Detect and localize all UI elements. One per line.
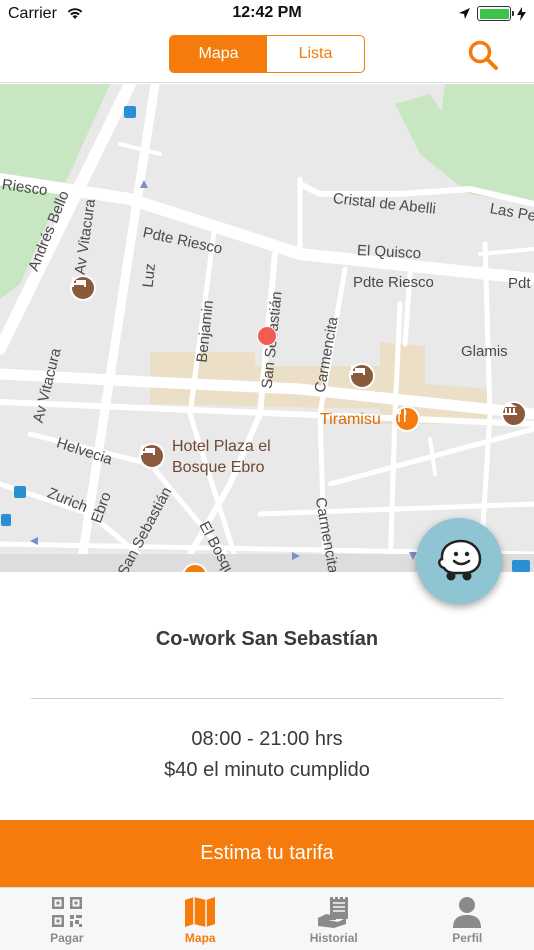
hotel-name-line1[interactable]: Hotel Plaza el bbox=[172, 436, 271, 457]
street-label-luz: Luz bbox=[139, 262, 159, 289]
tab-mapa[interactable]: Mapa bbox=[134, 888, 268, 950]
street-label-pdt: Pdt bbox=[508, 275, 531, 292]
card-divider bbox=[31, 698, 503, 699]
location-arrow-icon bbox=[459, 8, 470, 19]
estimate-fare-button[interactable]: Estima tu tarifa bbox=[0, 820, 534, 887]
tab-label-pagar: Pagar bbox=[50, 931, 84, 945]
restaurant-icon[interactable] bbox=[394, 406, 420, 432]
nav-bar: Mapa Lista bbox=[0, 28, 534, 83]
search-icon[interactable] bbox=[466, 38, 500, 72]
segment-lista[interactable]: Lista bbox=[267, 36, 364, 72]
museum-icon[interactable] bbox=[501, 401, 527, 427]
place-card: Co-work San Sebastían 08:00 - 21:00 hrs … bbox=[0, 572, 534, 820]
tab-label-perfil: Perfil bbox=[452, 931, 483, 945]
hotel-name-line2[interactable]: Bosque Ebro bbox=[172, 457, 265, 478]
tab-label-mapa: Mapa bbox=[184, 931, 216, 945]
charging-bolt-icon bbox=[517, 6, 526, 21]
view-segmented-control: Mapa Lista bbox=[169, 35, 365, 73]
restaurant-label[interactable]: Tiramisu bbox=[320, 411, 381, 429]
battery-fill bbox=[479, 8, 509, 19]
profile-icon bbox=[453, 897, 482, 928]
street-label-el-quisco: El Quisco bbox=[356, 242, 422, 263]
tab-bar: Pagar Mapa Historial Perfil bbox=[0, 887, 534, 950]
battery-icon bbox=[477, 6, 514, 21]
status-right-group bbox=[458, 6, 526, 21]
qr-code-icon bbox=[51, 897, 82, 927]
hotel-icon[interactable] bbox=[70, 275, 96, 301]
map-view[interactable]: Riesco Andrés Bello Av Vitacura Pdte Rie… bbox=[0, 84, 534, 572]
history-icon bbox=[317, 896, 348, 928]
place-title: Co-work San Sebastían bbox=[155, 628, 379, 650]
hotel-icon[interactable] bbox=[139, 443, 165, 469]
tab-perfil[interactable]: Perfil bbox=[401, 888, 534, 950]
segment-mapa[interactable]: Mapa bbox=[170, 36, 267, 72]
tab-pagar[interactable]: Pagar bbox=[0, 888, 134, 950]
waze-icon[interactable] bbox=[416, 518, 502, 604]
tab-label-historial: Historial bbox=[309, 931, 358, 945]
tab-historial[interactable]: Historial bbox=[267, 888, 401, 950]
hotel-icon[interactable] bbox=[349, 363, 375, 389]
street-label-pdte-riesco-2: Pdte Riesco bbox=[353, 274, 434, 291]
street-label-glamis: Glamis bbox=[461, 343, 508, 360]
price-per-minute: $40 el minuto cumplido bbox=[164, 759, 370, 781]
map-icon bbox=[185, 897, 216, 927]
status-time: 12:42 PM bbox=[232, 4, 302, 21]
opening-hours: 08:00 - 21:00 hrs bbox=[191, 728, 343, 750]
waze-glyph bbox=[438, 539, 482, 581]
location-pin-icon[interactable] bbox=[257, 326, 277, 346]
status-bar: Carrier 12:42 PM bbox=[0, 0, 534, 28]
